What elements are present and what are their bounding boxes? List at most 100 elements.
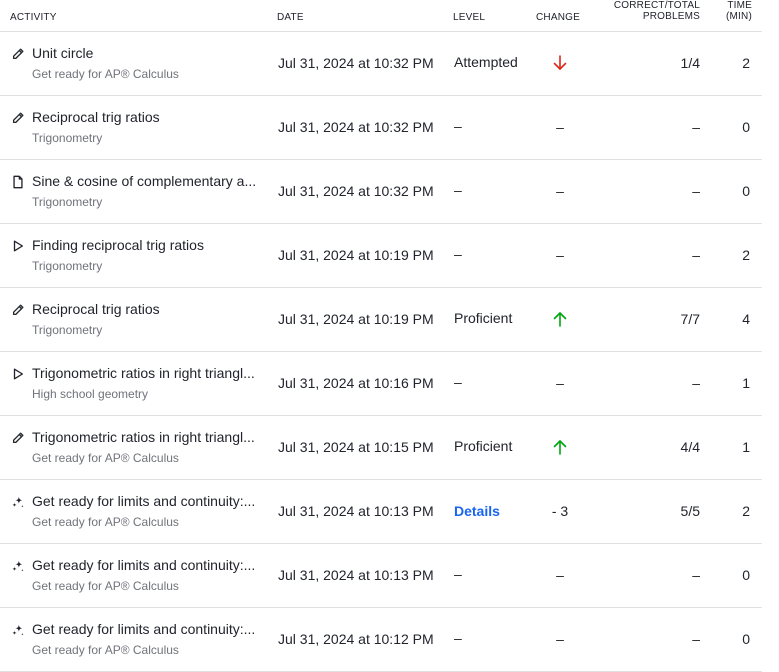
column-header-correct-total[interactable]: CORRECT/TOTAL PROBLEMS bbox=[614, 0, 700, 22]
activity-date: Jul 31, 2024 at 10:13 PM bbox=[278, 503, 434, 519]
correct-total: 5/5 bbox=[680, 503, 700, 519]
activity-date: Jul 31, 2024 at 10:32 PM bbox=[278, 55, 434, 71]
activity-title-link[interactable]: Reciprocal trig ratios bbox=[32, 108, 264, 126]
mastery-change: – bbox=[556, 631, 564, 647]
mastery-change: – bbox=[556, 119, 564, 135]
activity-date: Jul 31, 2024 at 10:19 PM bbox=[278, 311, 434, 327]
activity-date: Jul 31, 2024 at 10:15 PM bbox=[278, 439, 434, 455]
mastery-level: – bbox=[454, 630, 462, 646]
table-row[interactable]: Finding reciprocal trig ratios Trigonomet… bbox=[0, 224, 762, 288]
column-header-correct-total-line2: PROBLEMS bbox=[642, 11, 700, 22]
activity-title-link[interactable]: Sine & cosine of complementary a... bbox=[32, 172, 264, 190]
activity-date: Jul 31, 2024 at 10:13 PM bbox=[278, 567, 434, 583]
document-icon bbox=[11, 175, 25, 189]
activity-title-link[interactable]: Reciprocal trig ratios bbox=[32, 300, 264, 318]
mastery-change: – bbox=[556, 247, 564, 263]
play-icon bbox=[11, 367, 25, 381]
activity-course: Trigonometry bbox=[32, 195, 103, 209]
activity-title-link[interactable]: Trigonometric ratios in right triangl... bbox=[32, 364, 264, 382]
table-header: ACTIVITY DATE LEVEL CHANGE CORRECT/TOTAL… bbox=[0, 0, 762, 32]
activity-course: Trigonometry bbox=[32, 131, 103, 145]
activity-course: Get ready for AP® Calculus bbox=[32, 515, 179, 529]
table-row[interactable]: Get ready for limits and continuity:... G… bbox=[0, 544, 762, 608]
sparkle-icon bbox=[11, 495, 25, 509]
mastery-change: – bbox=[556, 375, 564, 391]
activity-date: Jul 31, 2024 at 10:16 PM bbox=[278, 375, 434, 391]
correct-total: – bbox=[692, 631, 700, 647]
table-row[interactable]: Trigonometric ratios in right triangl...… bbox=[0, 416, 762, 480]
activity-title-link[interactable]: Get ready for limits and continuity:... bbox=[32, 556, 264, 574]
time-minutes: 0 bbox=[742, 119, 750, 135]
activity-date: Jul 31, 2024 at 10:19 PM bbox=[278, 247, 434, 263]
table-row[interactable]: Trigonometric ratios in right triangl...… bbox=[0, 352, 762, 416]
time-minutes: 4 bbox=[742, 311, 750, 327]
table-row[interactable]: Get ready for limits and continuity:... G… bbox=[0, 608, 762, 672]
column-header-change[interactable]: CHANGE bbox=[536, 12, 580, 23]
activity-title-link[interactable]: Trigonometric ratios in right triangl... bbox=[32, 428, 264, 446]
mastery-level: – bbox=[454, 374, 462, 390]
correct-total: 1/4 bbox=[680, 55, 700, 71]
column-header-time-line2: (MIN) bbox=[726, 11, 752, 22]
table-row[interactable]: Reciprocal trig ratios Trigonometry Jul 31… bbox=[0, 96, 762, 160]
mastery-level: – bbox=[454, 182, 462, 198]
table-row[interactable]: Unit circle Get ready for AP® Calculus Jul… bbox=[0, 32, 762, 96]
down-arrow-icon bbox=[540, 54, 580, 72]
mastery-level: – bbox=[454, 246, 462, 262]
time-minutes: 2 bbox=[742, 55, 750, 71]
sparkle-icon bbox=[11, 559, 25, 573]
correct-total: 7/7 bbox=[680, 311, 700, 327]
pencil-icon bbox=[11, 431, 25, 445]
table-body: Unit circle Get ready for AP® Calculus Jul… bbox=[0, 32, 762, 672]
mastery-level: – bbox=[454, 118, 462, 134]
time-minutes: 2 bbox=[742, 503, 750, 519]
column-header-time-line1: TIME bbox=[727, 0, 752, 11]
activity-course: Get ready for AP® Calculus bbox=[32, 579, 179, 593]
activity-date: Jul 31, 2024 at 10:12 PM bbox=[278, 631, 434, 647]
mastery-level: – bbox=[454, 566, 462, 582]
activity-table: ACTIVITY DATE LEVEL CHANGE CORRECT/TOTAL… bbox=[0, 0, 762, 672]
time-minutes: 2 bbox=[742, 247, 750, 263]
correct-total: – bbox=[692, 375, 700, 391]
pencil-icon bbox=[11, 111, 25, 125]
details-link[interactable]: Details bbox=[454, 502, 500, 520]
activity-title-link[interactable]: Get ready for limits and continuity:... bbox=[32, 492, 264, 510]
time-minutes: 1 bbox=[742, 439, 750, 455]
activity-title-link[interactable]: Finding reciprocal trig ratios bbox=[32, 236, 264, 254]
activity-course: Trigonometry bbox=[32, 323, 103, 337]
correct-total: – bbox=[692, 119, 700, 135]
mastery-change: – bbox=[556, 567, 564, 583]
correct-total: – bbox=[692, 183, 700, 199]
activity-course: High school geometry bbox=[32, 387, 149, 401]
time-minutes: 1 bbox=[742, 375, 750, 391]
mastery-level: Proficient bbox=[454, 438, 513, 454]
column-header-date[interactable]: DATE bbox=[277, 12, 304, 23]
activity-course: Get ready for AP® Calculus bbox=[32, 451, 179, 465]
activity-course: Trigonometry bbox=[32, 259, 103, 273]
mastery-change: - 3 bbox=[551, 503, 569, 519]
activity-title-link[interactable]: Unit circle bbox=[32, 44, 264, 62]
table-row[interactable]: Reciprocal trig ratios Trigonometry Jul 31… bbox=[0, 288, 762, 352]
pencil-icon bbox=[11, 303, 25, 317]
time-minutes: 0 bbox=[742, 183, 750, 199]
play-icon bbox=[11, 239, 25, 253]
activity-course: Get ready for AP® Calculus bbox=[32, 643, 179, 657]
correct-total: – bbox=[692, 567, 700, 583]
mastery-level: Proficient bbox=[454, 310, 513, 326]
correct-total: 4/4 bbox=[680, 439, 700, 455]
column-header-correct-total-line1: CORRECT/TOTAL bbox=[613, 0, 700, 11]
mastery-change: – bbox=[556, 183, 564, 199]
table-row[interactable]: Sine & cosine of complementary a... Trigo… bbox=[0, 160, 762, 224]
column-header-activity[interactable]: ACTIVITY bbox=[10, 12, 57, 23]
activity-title-link[interactable]: Get ready for limits and continuity:... bbox=[32, 620, 264, 638]
table-row[interactable]: Get ready for limits and continuity:... G… bbox=[0, 480, 762, 544]
pencil-icon bbox=[11, 47, 25, 61]
up-arrow-icon bbox=[540, 310, 580, 328]
activity-date: Jul 31, 2024 at 10:32 PM bbox=[278, 119, 434, 135]
column-header-level[interactable]: LEVEL bbox=[453, 12, 485, 23]
activity-course: Get ready for AP® Calculus bbox=[32, 67, 179, 81]
mastery-level: Attempted bbox=[454, 54, 518, 70]
correct-total: – bbox=[692, 247, 700, 263]
up-arrow-icon bbox=[540, 438, 580, 456]
sparkle-icon bbox=[11, 623, 25, 637]
column-header-time[interactable]: TIME (MIN) bbox=[726, 0, 752, 22]
